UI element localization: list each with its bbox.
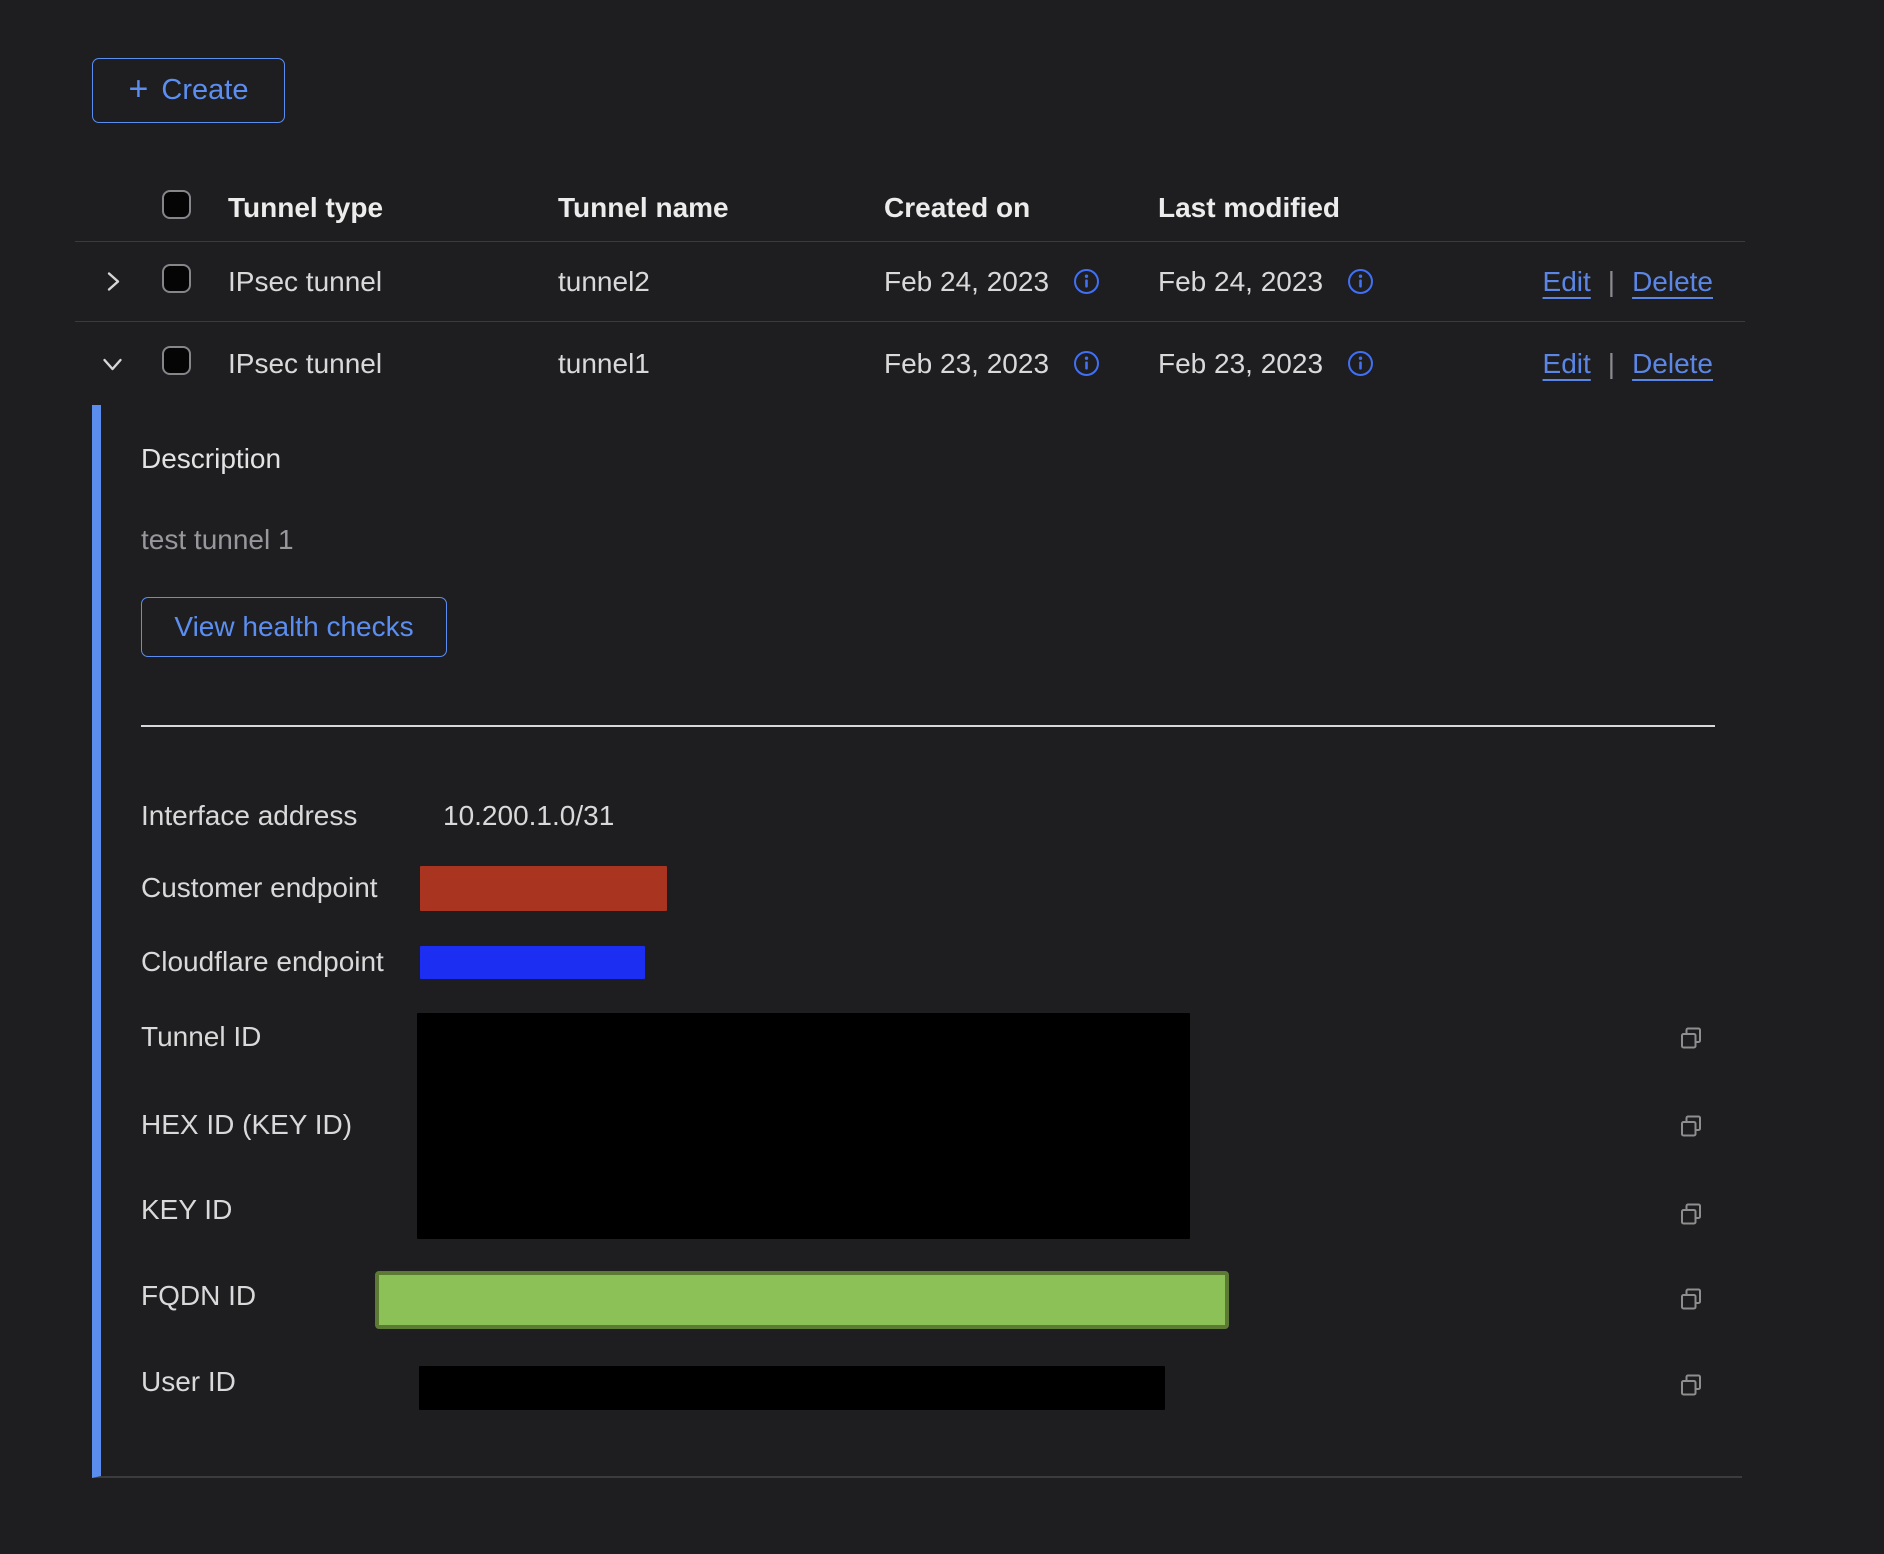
tunnel-name-cell: tunnel1 bbox=[558, 348, 884, 380]
copy-tunnel-id-button[interactable] bbox=[1678, 1025, 1705, 1052]
user-id-label: User ID bbox=[141, 1365, 236, 1399]
last-modified-value: Feb 24, 2023 bbox=[1158, 266, 1323, 298]
interface-address-label: Interface address bbox=[141, 799, 357, 833]
created-on-value: Feb 23, 2023 bbox=[884, 348, 1049, 380]
edit-link[interactable]: Edit bbox=[1543, 266, 1591, 298]
action-separator: | bbox=[1608, 266, 1615, 298]
ipsec-tunnels-page: + Create Tunnel type Tunnel name Created… bbox=[0, 0, 1884, 1554]
view-health-checks-button[interactable]: View health checks bbox=[141, 597, 447, 657]
table-row-tunnel2: IPsec tunnel tunnel2 Feb 24, 2023 Feb 24… bbox=[75, 242, 1745, 322]
column-header-created-on: Created on bbox=[884, 192, 1158, 224]
tunnels-table: Tunnel type Tunnel name Created on Last … bbox=[75, 150, 1745, 1478]
customer-endpoint-redaction bbox=[420, 866, 667, 911]
info-icon[interactable] bbox=[1073, 350, 1100, 377]
tunnel-hex-key-id-redaction bbox=[417, 1013, 1190, 1239]
tunnel-type-cell: IPsec tunnel bbox=[228, 348, 558, 380]
interface-address-value: 10.200.1.0/31 bbox=[443, 799, 614, 833]
fqdn-id-redaction bbox=[375, 1271, 1229, 1329]
column-header-last-modified: Last modified bbox=[1158, 192, 1432, 224]
copy-user-id-button[interactable] bbox=[1678, 1372, 1705, 1399]
copy-icon bbox=[1678, 1201, 1705, 1228]
column-header-tunnel-type: Tunnel type bbox=[228, 192, 558, 224]
user-id-redaction bbox=[419, 1366, 1165, 1410]
description-value: test tunnel 1 bbox=[141, 523, 294, 557]
cloudflare-endpoint-redaction bbox=[420, 946, 645, 979]
hex-id-label: HEX ID (KEY ID) bbox=[141, 1108, 352, 1142]
key-id-label: KEY ID bbox=[141, 1193, 232, 1227]
info-icon[interactable] bbox=[1347, 350, 1374, 377]
column-header-tunnel-name: Tunnel name bbox=[558, 192, 884, 224]
delete-link[interactable]: Delete bbox=[1632, 348, 1713, 380]
edit-link[interactable]: Edit bbox=[1543, 348, 1591, 380]
plus-icon: + bbox=[129, 72, 149, 106]
tunnel-id-label: Tunnel ID bbox=[141, 1020, 261, 1054]
table-row-tunnel1: IPsec tunnel tunnel1 Feb 23, 2023 Feb 23… bbox=[75, 322, 1745, 405]
chevron-right-icon[interactable] bbox=[99, 268, 126, 295]
create-button-label: Create bbox=[161, 74, 248, 107]
info-icon[interactable] bbox=[1347, 268, 1374, 295]
row-checkbox[interactable] bbox=[162, 346, 191, 375]
tunnel-type-cell: IPsec tunnel bbox=[228, 266, 558, 298]
create-button[interactable]: + Create bbox=[92, 58, 285, 123]
chevron-down-icon[interactable] bbox=[99, 350, 126, 377]
row-checkbox[interactable] bbox=[162, 264, 191, 293]
section-divider bbox=[141, 725, 1715, 727]
copy-icon bbox=[1678, 1025, 1705, 1052]
copy-icon bbox=[1678, 1372, 1705, 1399]
copy-key-id-button[interactable] bbox=[1678, 1201, 1705, 1228]
copy-hex-id-button[interactable] bbox=[1678, 1113, 1705, 1140]
copy-fqdn-id-button[interactable] bbox=[1678, 1286, 1705, 1313]
tunnel-name-cell: tunnel2 bbox=[558, 266, 884, 298]
fqdn-id-label: FQDN ID bbox=[141, 1279, 256, 1313]
customer-endpoint-label: Customer endpoint bbox=[141, 871, 378, 905]
last-modified-value: Feb 23, 2023 bbox=[1158, 348, 1323, 380]
info-icon[interactable] bbox=[1073, 268, 1100, 295]
delete-link[interactable]: Delete bbox=[1632, 266, 1713, 298]
tunnel1-details-panel: Description test tunnel 1 View health ch… bbox=[92, 405, 1742, 1478]
select-all-checkbox[interactable] bbox=[162, 190, 191, 219]
copy-icon bbox=[1678, 1286, 1705, 1313]
created-on-value: Feb 24, 2023 bbox=[884, 266, 1049, 298]
table-header-row: Tunnel type Tunnel name Created on Last … bbox=[75, 150, 1745, 242]
copy-icon bbox=[1678, 1113, 1705, 1140]
description-label: Description bbox=[141, 442, 281, 476]
cloudflare-endpoint-label: Cloudflare endpoint bbox=[141, 945, 384, 979]
action-separator: | bbox=[1608, 348, 1615, 380]
